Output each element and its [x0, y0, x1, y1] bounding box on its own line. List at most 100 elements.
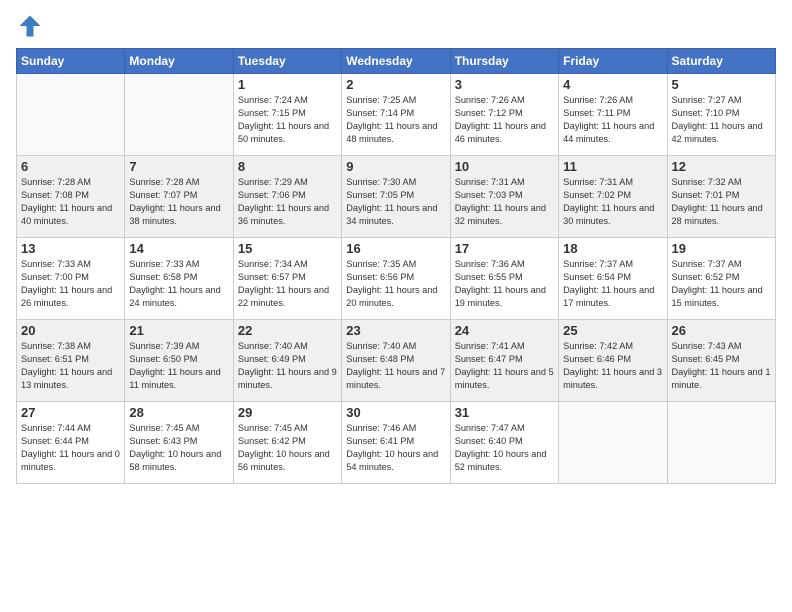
calendar-week-4: 20Sunrise: 7:38 AM Sunset: 6:51 PM Dayli… [17, 320, 776, 402]
calendar-cell: 26 Sunrise: 7:43 AM Sunset: 6:45 PM Dayli… [667, 320, 775, 402]
day-number: 4 [563, 77, 662, 92]
calendar-cell: 4Sunrise: 7:26 AM Sunset: 7:11 PM Daylig… [559, 74, 667, 156]
col-header-monday: Monday [125, 49, 233, 74]
calendar-week-5: 27 Sunrise: 7:44 AM Sunset: 6:44 PM Dayli… [17, 402, 776, 484]
day-number: 13 [21, 241, 120, 256]
day-number: 3 [455, 77, 554, 92]
calendar-cell: 29 Sunrise: 7:45 AM Sunset: 6:42 PM Dayli… [233, 402, 341, 484]
day-info: Sunrise: 7:41 AM Sunset: 6:47 PM Dayligh… [455, 340, 554, 392]
day-number: 19 [672, 241, 771, 256]
calendar-cell: 7Sunrise: 7:28 AM Sunset: 7:07 PM Daylig… [125, 156, 233, 238]
day-number: 26 [672, 323, 771, 338]
calendar-table: SundayMondayTuesdayWednesdayThursdayFrid… [16, 48, 776, 484]
day-number: 30 [346, 405, 445, 420]
day-info: Sunrise: 7:40 AM Sunset: 6:49 PM Dayligh… [238, 340, 337, 392]
calendar-cell: 13 Sunrise: 7:33 AM Sunset: 7:00 PM Dayli… [17, 238, 125, 320]
day-info: Sunrise: 7:40 AM Sunset: 6:48 PM Dayligh… [346, 340, 445, 392]
day-info: Sunrise: 7:44 AM Sunset: 6:44 PM Dayligh… [21, 422, 120, 474]
calendar-cell: 10Sunrise: 7:31 AM Sunset: 7:03 PM Dayli… [450, 156, 558, 238]
calendar-cell: 28Sunrise: 7:45 AM Sunset: 6:43 PM Dayli… [125, 402, 233, 484]
day-info: Sunrise: 7:43 AM Sunset: 6:45 PM Dayligh… [672, 340, 771, 392]
day-number: 1 [238, 77, 337, 92]
day-info: Sunrise: 7:30 AM Sunset: 7:05 PM Dayligh… [346, 176, 445, 228]
day-info: Sunrise: 7:32 AM Sunset: 7:01 PM Dayligh… [672, 176, 771, 228]
calendar-cell: 16 Sunrise: 7:35 AM Sunset: 6:56 PM Dayli… [342, 238, 450, 320]
calendar-cell: 18 Sunrise: 7:37 AM Sunset: 6:54 PM Dayli… [559, 238, 667, 320]
day-info: Sunrise: 7:42 AM Sunset: 6:46 PM Dayligh… [563, 340, 662, 392]
day-info: Sunrise: 7:25 AM Sunset: 7:14 PM Dayligh… [346, 94, 445, 146]
calendar-cell: 14Sunrise: 7:33 AM Sunset: 6:58 PM Dayli… [125, 238, 233, 320]
day-info: Sunrise: 7:26 AM Sunset: 7:12 PM Dayligh… [455, 94, 554, 146]
day-number: 28 [129, 405, 228, 420]
day-info: Sunrise: 7:38 AM Sunset: 6:51 PM Dayligh… [21, 340, 120, 392]
day-number: 11 [563, 159, 662, 174]
calendar-cell [125, 74, 233, 156]
calendar-cell: 23 Sunrise: 7:40 AM Sunset: 6:48 PM Dayli… [342, 320, 450, 402]
day-info: Sunrise: 7:28 AM Sunset: 7:08 PM Dayligh… [21, 176, 120, 228]
day-number: 12 [672, 159, 771, 174]
calendar-cell: 30 Sunrise: 7:46 AM Sunset: 6:41 PM Dayli… [342, 402, 450, 484]
calendar-cell: 8Sunrise: 7:29 AM Sunset: 7:06 PM Daylig… [233, 156, 341, 238]
day-number: 2 [346, 77, 445, 92]
day-number: 29 [238, 405, 337, 420]
day-number: 27 [21, 405, 120, 420]
calendar-cell: 12 Sunrise: 7:32 AM Sunset: 7:01 PM Dayli… [667, 156, 775, 238]
day-info: Sunrise: 7:28 AM Sunset: 7:07 PM Dayligh… [129, 176, 228, 228]
day-info: Sunrise: 7:33 AM Sunset: 6:58 PM Dayligh… [129, 258, 228, 310]
day-number: 24 [455, 323, 554, 338]
header [16, 12, 776, 40]
day-number: 18 [563, 241, 662, 256]
calendar-week-2: 6 Sunrise: 7:28 AM Sunset: 7:08 PM Daylig… [17, 156, 776, 238]
day-info: Sunrise: 7:37 AM Sunset: 6:52 PM Dayligh… [672, 258, 771, 310]
col-header-thursday: Thursday [450, 49, 558, 74]
calendar-cell: 27 Sunrise: 7:44 AM Sunset: 6:44 PM Dayli… [17, 402, 125, 484]
day-info: Sunrise: 7:33 AM Sunset: 7:00 PM Dayligh… [21, 258, 120, 310]
calendar-cell: 11 Sunrise: 7:31 AM Sunset: 7:02 PM Dayli… [559, 156, 667, 238]
calendar-cell: 24 Sunrise: 7:41 AM Sunset: 6:47 PM Dayli… [450, 320, 558, 402]
calendar-cell: 3 Sunrise: 7:26 AM Sunset: 7:12 PM Daylig… [450, 74, 558, 156]
calendar-cell: 5 Sunrise: 7:27 AM Sunset: 7:10 PM Daylig… [667, 74, 775, 156]
day-number: 10 [455, 159, 554, 174]
col-header-sunday: Sunday [17, 49, 125, 74]
day-number: 9 [346, 159, 445, 174]
day-info: Sunrise: 7:39 AM Sunset: 6:50 PM Dayligh… [129, 340, 228, 392]
day-info: Sunrise: 7:45 AM Sunset: 6:42 PM Dayligh… [238, 422, 337, 474]
day-number: 15 [238, 241, 337, 256]
calendar-cell: 6 Sunrise: 7:28 AM Sunset: 7:08 PM Daylig… [17, 156, 125, 238]
day-info: Sunrise: 7:27 AM Sunset: 7:10 PM Dayligh… [672, 94, 771, 146]
day-info: Sunrise: 7:35 AM Sunset: 6:56 PM Dayligh… [346, 258, 445, 310]
day-number: 21 [129, 323, 228, 338]
day-info: Sunrise: 7:24 AM Sunset: 7:15 PM Dayligh… [238, 94, 337, 146]
day-info: Sunrise: 7:46 AM Sunset: 6:41 PM Dayligh… [346, 422, 445, 474]
calendar-cell: 22Sunrise: 7:40 AM Sunset: 6:49 PM Dayli… [233, 320, 341, 402]
calendar-week-1: 1 Sunrise: 7:24 AM Sunset: 7:15 PM Daylig… [17, 74, 776, 156]
day-number: 23 [346, 323, 445, 338]
calendar-cell: 21 Sunrise: 7:39 AM Sunset: 6:50 PM Dayli… [125, 320, 233, 402]
calendar-cell: 31 Sunrise: 7:47 AM Sunset: 6:40 PM Dayli… [450, 402, 558, 484]
day-number: 25 [563, 323, 662, 338]
calendar-cell: 19 Sunrise: 7:37 AM Sunset: 6:52 PM Dayli… [667, 238, 775, 320]
calendar-cell [17, 74, 125, 156]
day-info: Sunrise: 7:31 AM Sunset: 7:02 PM Dayligh… [563, 176, 662, 228]
calendar-cell: 1 Sunrise: 7:24 AM Sunset: 7:15 PM Daylig… [233, 74, 341, 156]
day-number: 5 [672, 77, 771, 92]
day-info: Sunrise: 7:47 AM Sunset: 6:40 PM Dayligh… [455, 422, 554, 474]
calendar-week-3: 13 Sunrise: 7:33 AM Sunset: 7:00 PM Dayli… [17, 238, 776, 320]
day-number: 31 [455, 405, 554, 420]
day-number: 17 [455, 241, 554, 256]
day-info: Sunrise: 7:34 AM Sunset: 6:57 PM Dayligh… [238, 258, 337, 310]
calendar-cell: 2 Sunrise: 7:25 AM Sunset: 7:14 PM Daylig… [342, 74, 450, 156]
day-number: 8 [238, 159, 337, 174]
logo-icon [16, 12, 44, 40]
calendar-cell: 17Sunrise: 7:36 AM Sunset: 6:55 PM Dayli… [450, 238, 558, 320]
calendar-cell: 15 Sunrise: 7:34 AM Sunset: 6:57 PM Dayli… [233, 238, 341, 320]
day-info: Sunrise: 7:37 AM Sunset: 6:54 PM Dayligh… [563, 258, 662, 310]
calendar-cell: 9 Sunrise: 7:30 AM Sunset: 7:05 PM Daylig… [342, 156, 450, 238]
calendar-cell: 20Sunrise: 7:38 AM Sunset: 6:51 PM Dayli… [17, 320, 125, 402]
col-header-tuesday: Tuesday [233, 49, 341, 74]
day-number: 16 [346, 241, 445, 256]
logo [16, 12, 48, 40]
page: SundayMondayTuesdayWednesdayThursdayFrid… [0, 0, 792, 494]
day-number: 6 [21, 159, 120, 174]
col-header-saturday: Saturday [667, 49, 775, 74]
